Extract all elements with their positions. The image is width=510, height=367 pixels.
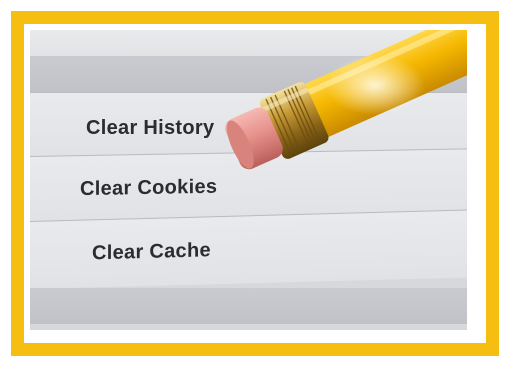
clear-cache-label: Clear Cache <box>92 239 211 265</box>
clear-cache-row[interactable]: Clear Cache <box>30 209 467 289</box>
group-separator-top <box>30 57 467 92</box>
top-edge <box>30 30 467 57</box>
settings-photo: Clear History Clear Cookies Clear Cache <box>30 30 467 330</box>
clear-history-row[interactable]: Clear History <box>30 92 467 157</box>
clear-history-label: Clear History <box>86 117 215 139</box>
group-separator-bottom <box>30 288 467 324</box>
clear-cookies-label: Clear Cookies <box>80 175 218 201</box>
bottom-edge <box>30 324 467 330</box>
